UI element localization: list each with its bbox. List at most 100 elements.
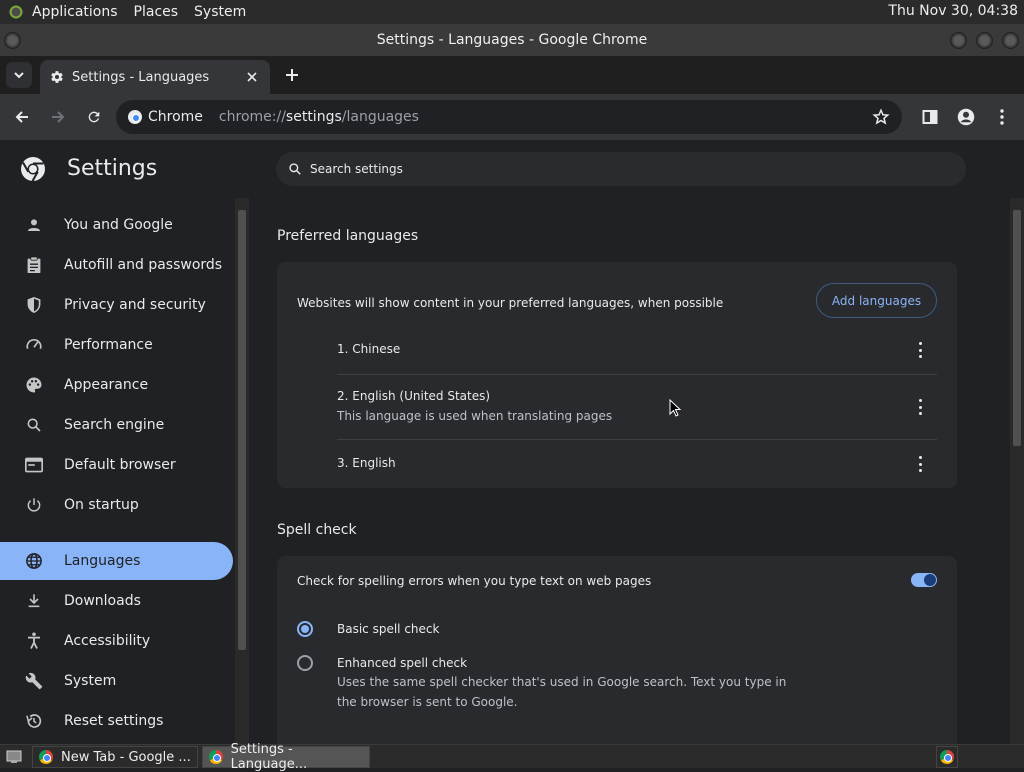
language-more-button[interactable] bbox=[914, 342, 926, 358]
reload-button[interactable] bbox=[82, 105, 106, 129]
window-menu-button[interactable] bbox=[4, 32, 21, 49]
settings-sidebar: You and Google Autofill and passwords Pr… bbox=[0, 198, 234, 744]
main-scrollbar[interactable] bbox=[1010, 198, 1024, 744]
chrome-logo-icon bbox=[128, 110, 142, 124]
basic-spell-check-radio[interactable] bbox=[297, 621, 313, 637]
close-icon bbox=[247, 72, 257, 82]
search-icon bbox=[24, 415, 44, 435]
bottom-taskbar: New Tab - Google ... Settings - Language… bbox=[0, 742, 1024, 772]
panel-clock[interactable]: Thu Nov 30, 04:38 bbox=[888, 3, 1018, 19]
sidebar-item-label: Search engine bbox=[64, 417, 165, 433]
sidebar-scrollbar[interactable] bbox=[235, 198, 249, 744]
language-row: 1. Chinese bbox=[337, 342, 937, 356]
spell-check-toggle-label: Check for spelling errors when you type … bbox=[297, 574, 652, 588]
clipboard-icon bbox=[24, 255, 44, 275]
close-window-button[interactable] bbox=[1002, 32, 1019, 49]
sidebar-scroll-thumb[interactable] bbox=[238, 210, 246, 650]
sidebar-item-label: Languages bbox=[64, 553, 141, 569]
wrench-icon bbox=[24, 671, 44, 691]
url-host: settings bbox=[285, 109, 342, 125]
menu-places[interactable]: Places bbox=[134, 4, 179, 20]
url-text[interactable]: chrome://settings/languages bbox=[219, 109, 419, 125]
show-desktop-button[interactable] bbox=[0, 746, 30, 768]
new-tab-button[interactable] bbox=[280, 63, 304, 87]
language-name: 2. English (United States) bbox=[337, 389, 491, 403]
forward-button[interactable] bbox=[46, 105, 70, 129]
taskbar-item-label: New Tab - Google ... bbox=[61, 749, 191, 765]
sidebar-item-you-and-google[interactable]: You and Google bbox=[0, 206, 234, 244]
menu-system[interactable]: System bbox=[194, 4, 246, 20]
taskbar-item-new-tab[interactable]: New Tab - Google ... bbox=[32, 746, 198, 768]
sidebar-item-label: System bbox=[64, 673, 117, 689]
sidebar-item-on-startup[interactable]: On startup bbox=[0, 486, 234, 524]
main-scroll-thumb[interactable] bbox=[1013, 210, 1021, 446]
reload-icon bbox=[88, 111, 100, 123]
globe-icon bbox=[24, 551, 44, 571]
search-placeholder: Search settings bbox=[310, 162, 403, 176]
sidebar-item-privacy[interactable]: Privacy and security bbox=[0, 286, 234, 324]
desktop-icon bbox=[6, 750, 22, 763]
back-button[interactable] bbox=[10, 105, 34, 129]
sidebar-item-autofill[interactable]: Autofill and passwords bbox=[0, 246, 234, 284]
more-vert-icon bbox=[1000, 109, 1004, 125]
site-info-chip[interactable]: Chrome bbox=[128, 109, 203, 125]
sidebar-item-label: Reset settings bbox=[64, 713, 164, 729]
search-icon bbox=[289, 163, 301, 175]
window-titlebar[interactable]: Settings - Languages - Google Chrome bbox=[0, 24, 1024, 56]
sidebar-item-performance[interactable]: Performance bbox=[0, 326, 234, 364]
chrome-menu-button[interactable] bbox=[990, 105, 1014, 129]
sidebar-item-label: Accessibility bbox=[64, 633, 151, 649]
sidebar-item-default-browser[interactable]: Default browser bbox=[0, 446, 234, 484]
add-languages-button[interactable]: Add languages bbox=[816, 283, 937, 318]
minimize-button[interactable] bbox=[950, 32, 967, 49]
power-icon bbox=[24, 495, 44, 515]
chevron-down-icon bbox=[14, 72, 24, 79]
language-name: 1. Chinese bbox=[337, 342, 401, 356]
side-panel-button[interactable] bbox=[918, 105, 942, 129]
sidebar-item-appearance[interactable]: Appearance bbox=[0, 366, 234, 404]
spell-check-toggle[interactable] bbox=[911, 573, 937, 587]
side-panel-icon bbox=[922, 110, 938, 124]
sidebar-item-label: You and Google bbox=[64, 217, 173, 233]
bookmark-star-icon[interactable] bbox=[872, 108, 890, 126]
url-scheme: chrome:// bbox=[218, 109, 286, 125]
sidebar-item-downloads[interactable]: Downloads bbox=[0, 582, 234, 620]
tray-chrome-button[interactable] bbox=[936, 746, 958, 768]
site-chip-label: Chrome bbox=[148, 109, 203, 125]
browser-icon bbox=[24, 455, 44, 475]
sidebar-item-label: Performance bbox=[64, 337, 153, 353]
sidebar-item-search-engine[interactable]: Search engine bbox=[0, 406, 234, 444]
menu-applications[interactable]: Applications bbox=[32, 4, 118, 20]
sidebar-item-reset-settings[interactable]: Reset settings bbox=[0, 702, 234, 740]
taskbar-item-settings[interactable]: Settings - Language... bbox=[202, 742, 370, 772]
sidebar-item-languages[interactable]: Languages bbox=[0, 542, 233, 580]
tab-search-button[interactable] bbox=[6, 62, 32, 88]
history-icon bbox=[24, 711, 44, 731]
tab-settings-languages[interactable]: Settings - Languages bbox=[40, 60, 270, 94]
sidebar-item-accessibility[interactable]: Accessibility bbox=[0, 622, 234, 660]
accessibility-icon bbox=[24, 631, 44, 651]
settings-title: Settings bbox=[67, 156, 158, 181]
language-more-button[interactable] bbox=[914, 456, 926, 472]
url-path: /languages bbox=[341, 109, 419, 125]
enhanced-spell-check-note: Uses the same spell checker that's used … bbox=[337, 675, 787, 709]
address-bar[interactable]: Chrome chrome://settings/languages bbox=[116, 100, 902, 134]
sidebar-item-label: Autofill and passwords bbox=[64, 257, 223, 273]
language-row: 2. English (United States) This language… bbox=[337, 389, 937, 423]
download-icon bbox=[24, 591, 44, 611]
enhanced-spell-check-label[interactable]: Enhanced spell check bbox=[337, 656, 467, 670]
preferred-languages-card: Websites will show content in your prefe… bbox=[277, 262, 957, 488]
maximize-button[interactable] bbox=[976, 32, 993, 49]
enhanced-spell-check-radio[interactable] bbox=[297, 655, 313, 671]
search-settings-input[interactable]: Search settings bbox=[276, 152, 966, 186]
arrow-right-icon bbox=[52, 111, 65, 123]
basic-spell-check-label[interactable]: Basic spell check bbox=[337, 622, 439, 636]
plus-icon bbox=[286, 69, 298, 81]
speedometer-icon bbox=[24, 335, 44, 355]
sidebar-item-system[interactable]: System bbox=[0, 662, 234, 700]
language-more-button[interactable] bbox=[914, 399, 926, 415]
gnome-foot-icon[interactable] bbox=[6, 2, 26, 22]
profile-button[interactable] bbox=[954, 105, 978, 129]
preferred-languages-description: Websites will show content in your prefe… bbox=[297, 296, 724, 310]
close-tab-button[interactable] bbox=[244, 69, 260, 85]
